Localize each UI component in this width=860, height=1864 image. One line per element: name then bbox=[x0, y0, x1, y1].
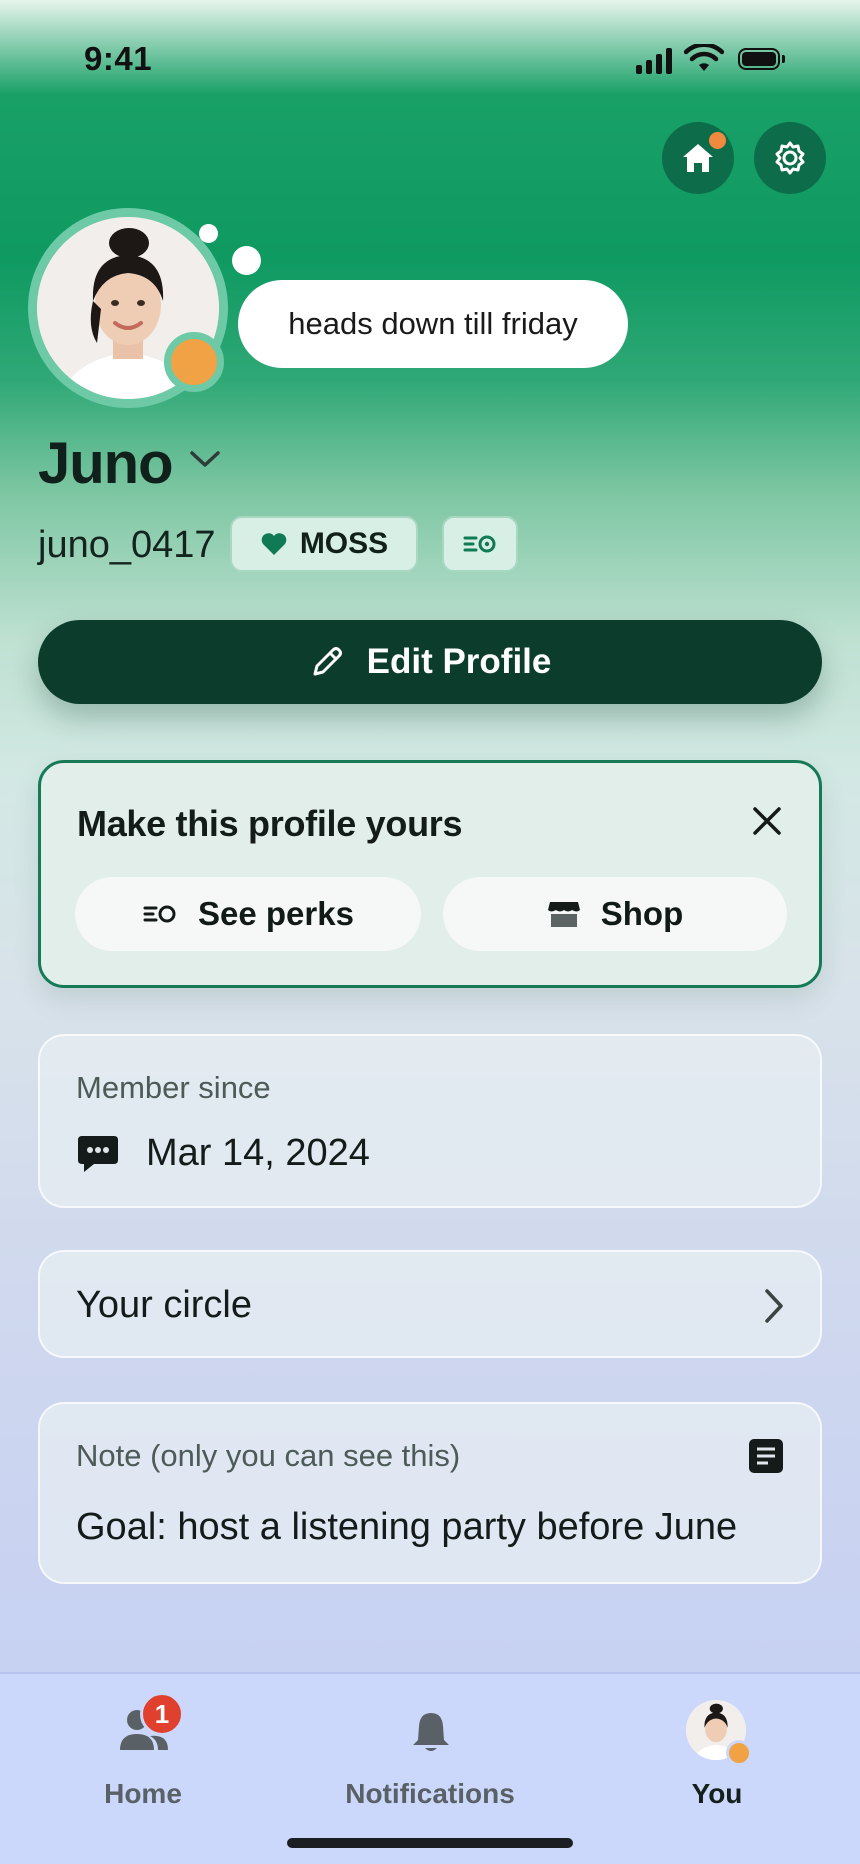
status-time: 9:41 bbox=[84, 40, 153, 77]
home-badge-count: 1 bbox=[140, 1692, 184, 1736]
tab-notifications[interactable]: Notifications bbox=[287, 1674, 573, 1824]
thought-bubble-dot bbox=[199, 224, 218, 243]
bottom-tab-bar: 1 Home Notifications You bbox=[0, 1672, 860, 1864]
tab-home[interactable]: 1 Home bbox=[0, 1674, 286, 1824]
tab-you[interactable]: You bbox=[574, 1674, 860, 1824]
display-name: Juno bbox=[38, 431, 174, 496]
your-circle-label: Your circle bbox=[76, 1284, 253, 1326]
promo-title: Make this profile yours bbox=[77, 803, 463, 844]
shop-label: Shop bbox=[600, 895, 684, 932]
gear-icon bbox=[775, 141, 805, 175]
home-indicator[interactable] bbox=[287, 1838, 573, 1848]
private-note-card[interactable]: Note (only you can see this) Goal: host … bbox=[38, 1402, 822, 1584]
presence-status-dot bbox=[726, 1740, 752, 1766]
battery-icon bbox=[738, 48, 785, 70]
your-circle-row[interactable]: Your circle bbox=[38, 1250, 822, 1358]
settings-button[interactable] bbox=[754, 122, 826, 194]
wifi-icon bbox=[684, 44, 724, 71]
status-message-bubble[interactable]: heads down till friday bbox=[238, 280, 628, 368]
presence-status-dot bbox=[164, 332, 224, 392]
see-perks-label: See perks bbox=[198, 895, 354, 932]
cellular-signal-icon bbox=[636, 46, 672, 74]
profile-screen: 9:41 heads down till friday Juno juno_04… bbox=[0, 0, 860, 1864]
heart-icon bbox=[261, 533, 287, 555]
member-since-date: Mar 14, 2024 bbox=[146, 1132, 370, 1174]
chevron-right-icon bbox=[765, 1289, 783, 1323]
perks-badge[interactable] bbox=[442, 516, 518, 572]
profile-customization-card: Make this profile yours See perks Shop bbox=[38, 760, 822, 988]
chat-bubble-icon bbox=[78, 1136, 118, 1172]
edit-profile-button[interactable]: Edit Profile bbox=[38, 620, 822, 704]
member-since-label: Member since bbox=[76, 1070, 271, 1105]
tab-notifications-label: Notifications bbox=[345, 1778, 515, 1809]
bell-icon bbox=[413, 1713, 449, 1751]
tab-home-label: Home bbox=[104, 1778, 182, 1809]
thought-bubble-dot bbox=[232, 246, 261, 275]
member-since-card: Member since Mar 14, 2024 bbox=[38, 1034, 822, 1208]
chevron-down-icon[interactable] bbox=[188, 448, 222, 470]
shop-icon bbox=[547, 902, 580, 927]
shop-button[interactable]: Shop bbox=[443, 877, 787, 951]
perks-icon bbox=[143, 905, 176, 923]
tab-you-label: You bbox=[691, 1778, 743, 1809]
moss-badge[interactable]: MOSS bbox=[230, 516, 418, 572]
badge-label: MOSS bbox=[299, 527, 389, 560]
perks-icon bbox=[463, 535, 496, 553]
username: juno_0417 bbox=[38, 524, 216, 566]
see-perks-button[interactable]: See perks bbox=[75, 877, 421, 951]
close-icon[interactable] bbox=[751, 805, 783, 837]
home-button[interactable] bbox=[662, 122, 734, 194]
note-label: Note (only you can see this) bbox=[76, 1438, 461, 1473]
edit-profile-label: Edit Profile bbox=[366, 642, 552, 681]
pencil-icon bbox=[313, 647, 342, 676]
note-icon[interactable] bbox=[748, 1438, 784, 1474]
note-text: Goal: host a listening party before June bbox=[76, 1506, 738, 1548]
home-notification-dot bbox=[707, 130, 728, 151]
